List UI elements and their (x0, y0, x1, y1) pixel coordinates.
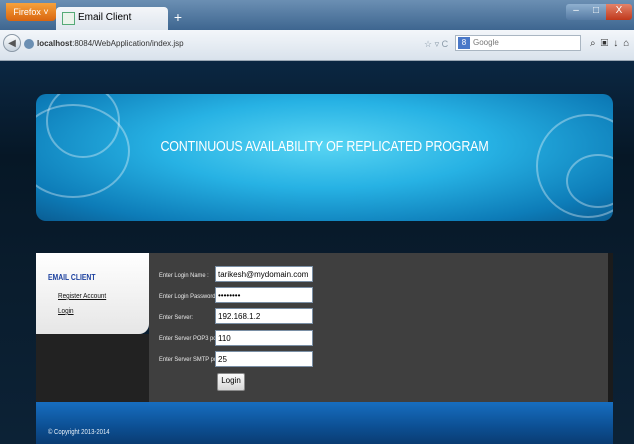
password-input[interactable] (215, 287, 313, 303)
url-path: :8084/WebApplication/index.jsp (72, 39, 184, 48)
smtp-port-input[interactable] (215, 351, 313, 367)
banner-title: CONTINUOUS AVAILABILITY OF REPLICATED PR… (160, 139, 489, 155)
new-tab-button[interactable]: + (170, 8, 186, 26)
header-banner: CONTINUOUS AVAILABILITY OF REPLICATED PR… (36, 94, 613, 221)
maximize-button[interactable]: □ (586, 4, 606, 20)
browser-tab[interactable]: Email Client (56, 7, 168, 30)
address-bar[interactable]: localhost:8084/WebApplication/index.jsp (24, 36, 420, 52)
back-button[interactable]: ◀ (3, 34, 21, 52)
search-box[interactable]: 8 Google (455, 35, 581, 51)
login-button[interactable]: Login (217, 373, 245, 391)
search-placeholder: Google (473, 38, 499, 47)
login-name-label: Enter Login Name : (159, 272, 209, 279)
pop3-port-input[interactable] (215, 330, 313, 346)
page-favicon-icon (62, 12, 75, 25)
pop3-port-label: Enter Server POP3 port:: (159, 335, 224, 342)
password-label: Enter Login Password : (159, 293, 219, 300)
login-link[interactable]: Login (58, 306, 74, 315)
server-input[interactable] (215, 308, 313, 324)
site-identity-icon[interactable] (24, 38, 34, 49)
toolbar-icons[interactable]: ⌕▣↓⌂ (590, 36, 634, 52)
window-controls: – □ X (566, 4, 632, 20)
page-footer: © Copyright 2013-2014 (36, 402, 613, 444)
sidebar-title: EMAIL CLIENT (48, 273, 96, 282)
minimize-button[interactable]: – (566, 4, 586, 20)
login-name-input[interactable] (215, 266, 313, 282)
sidebar-menu: EMAIL CLIENT Register Account Login (36, 253, 149, 334)
firefox-menu-button[interactable]: Firefox ˅ (6, 3, 56, 21)
server-label: Enter Server: (159, 314, 194, 321)
url-host: localhost (37, 39, 73, 48)
tab-title: Email Client (78, 12, 132, 23)
copyright-text: © Copyright 2013-2014 (48, 429, 110, 436)
register-account-link[interactable]: Register Account (58, 291, 106, 300)
sidebar-lower-panel (36, 334, 149, 402)
google-icon[interactable]: 8 (458, 37, 470, 49)
close-button[interactable]: X (606, 4, 632, 20)
form-panel-edge (608, 253, 613, 402)
address-bar-icons[interactable]: ☆ ▿ C (424, 36, 448, 52)
